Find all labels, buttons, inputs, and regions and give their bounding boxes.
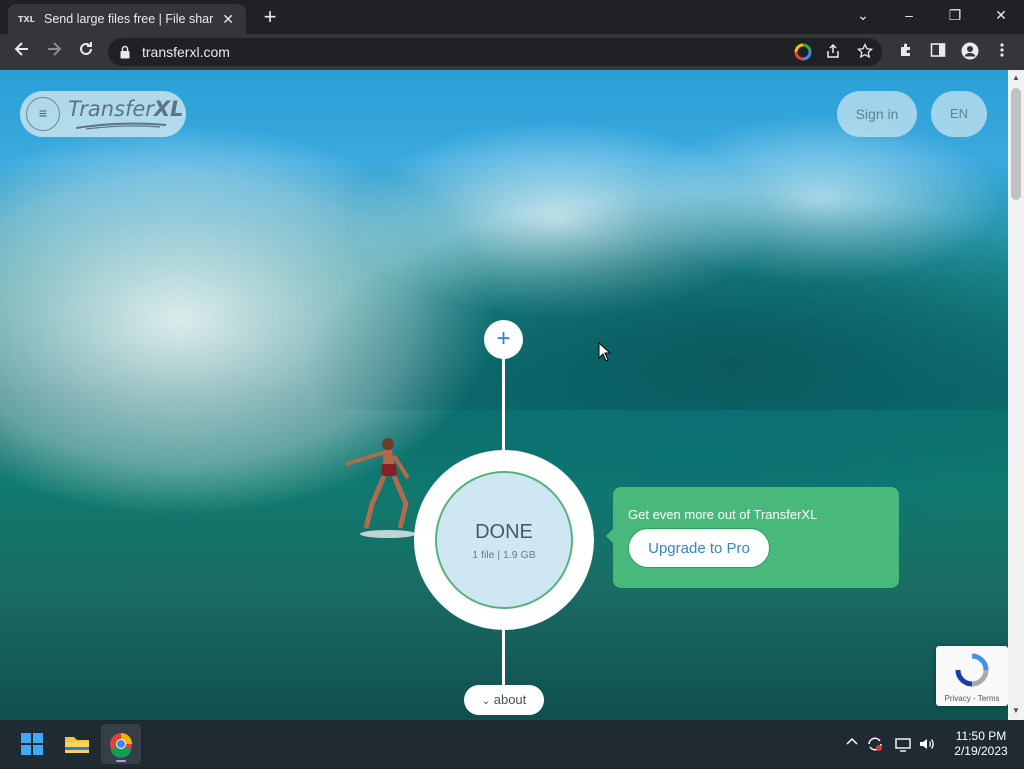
language-selector[interactable]: EN xyxy=(931,91,987,137)
reload-icon xyxy=(80,42,92,55)
status-detail: 1 file | 1.9 GB xyxy=(472,549,536,561)
chevron-down-icon: ⌄ xyxy=(481,696,491,707)
menu-icon[interactable]: ≡ xyxy=(26,97,60,131)
tab-close-icon[interactable]: ✕ xyxy=(220,11,236,28)
logo-text: TransferXL xyxy=(68,97,183,121)
sync-icon[interactable] xyxy=(866,735,884,753)
taskbar-clock[interactable]: 11:50 PM 2/19/2023 xyxy=(946,729,1016,759)
volume-icon[interactable] xyxy=(918,735,936,753)
folder-icon xyxy=(65,737,89,753)
clock-time: 11:50 PM xyxy=(955,729,1007,743)
new-tab-button[interactable]: + xyxy=(258,6,282,30)
back-button[interactable] xyxy=(10,40,34,64)
upgrade-promo-card: Get even more out of TransferXL Upgrade … xyxy=(606,487,899,588)
url-text: transferxl.com xyxy=(142,44,230,60)
browser-menu-icon[interactable] xyxy=(992,42,1012,62)
transfer-status-circle[interactable]: DONE 1 file | 1.9 GB xyxy=(414,450,594,630)
page-scrollbar[interactable]: ▲ ▼ xyxy=(1008,70,1024,720)
surfer-image xyxy=(345,438,416,538)
address-bar[interactable]: transferxl.com xyxy=(108,38,882,66)
minimize-button[interactable]: – xyxy=(886,4,932,30)
promo-text: Get even more out of TransferXL xyxy=(628,507,818,522)
transfer-status-inner: DONE 1 file | 1.9 GB xyxy=(435,471,573,609)
close-window-button[interactable]: ✕ xyxy=(978,4,1024,30)
recaptcha-icon xyxy=(955,653,989,687)
transferxl-favicon-icon: TXL xyxy=(18,14,35,24)
scroll-thumb[interactable] xyxy=(1011,88,1021,200)
tray-overflow-icon[interactable] xyxy=(843,735,861,753)
windows-logo-icon xyxy=(21,733,43,755)
tab-strip: TXL Send large files free | File sharing… xyxy=(0,0,1024,34)
connector-line-top xyxy=(502,358,505,450)
side-panel-icon[interactable] xyxy=(928,42,948,62)
add-files-button[interactable]: + xyxy=(484,320,523,359)
recaptcha-links[interactable]: Privacy - Terms xyxy=(936,694,1008,703)
browser-toolbar: transferxl.com xyxy=(0,34,1024,70)
start-button[interactable] xyxy=(12,724,52,764)
connector-line-bottom xyxy=(502,630,505,685)
back-arrow-icon xyxy=(14,42,28,56)
logo-text-transfer: Transfer xyxy=(68,97,154,121)
forward-button[interactable] xyxy=(42,40,66,64)
scroll-down-icon[interactable]: ▼ xyxy=(1011,706,1021,716)
tab-search-icon[interactable]: ⌄ xyxy=(840,4,886,30)
logo-swoosh-icon xyxy=(76,122,166,130)
about-button[interactable]: ⌄ about xyxy=(464,685,544,715)
google-icon[interactable] xyxy=(794,43,812,61)
status-label: DONE xyxy=(475,521,533,543)
share-icon[interactable] xyxy=(824,43,842,61)
chrome-icon xyxy=(110,733,132,762)
upgrade-to-pro-button[interactable]: Upgrade to Pro xyxy=(628,528,770,568)
file-explorer-button[interactable] xyxy=(57,724,97,764)
windows-taskbar: 11:50 PM 2/19/2023 xyxy=(0,720,1024,768)
tab-title: Send large files free | File sharing xyxy=(44,12,215,26)
mouse-cursor-icon xyxy=(598,342,612,362)
restore-button[interactable]: ❐ xyxy=(932,4,978,30)
about-label: about xyxy=(493,692,527,707)
promo-pointer xyxy=(606,529,613,543)
network-icon[interactable] xyxy=(894,735,912,753)
clock-date: 2/19/2023 xyxy=(954,744,1008,758)
transferxl-logo[interactable]: ≡ TransferXL xyxy=(20,91,186,137)
sign-in-button[interactable]: Sign in xyxy=(837,91,917,137)
scroll-up-icon[interactable]: ▲ xyxy=(1011,73,1021,83)
chrome-taskbar-button[interactable] xyxy=(101,724,141,764)
wave-background xyxy=(300,190,1008,410)
profile-icon[interactable] xyxy=(960,42,980,62)
lock-icon xyxy=(120,45,130,59)
reload-button[interactable] xyxy=(74,40,98,64)
forward-arrow-icon xyxy=(48,42,62,56)
bookmark-star-icon[interactable] xyxy=(856,42,874,61)
page-viewport: ≡ TransferXL Sign in EN + DONE 1 file | … xyxy=(0,70,1008,720)
tab-transferxl[interactable]: TXL Send large files free | File sharing… xyxy=(8,4,246,34)
recaptcha-badge[interactable]: Privacy - Terms xyxy=(936,646,1008,706)
extensions-icon[interactable] xyxy=(896,42,916,62)
logo-text-xl: XL xyxy=(153,97,184,121)
